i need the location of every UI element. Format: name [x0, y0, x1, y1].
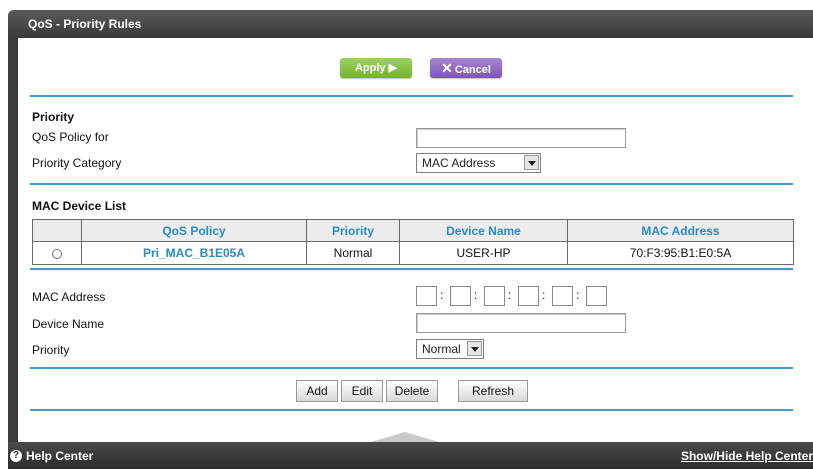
apply-button[interactable]: Apply ▶	[340, 58, 412, 78]
priority-label: Priority	[32, 343, 70, 357]
page-title: QoS - Priority Rules	[28, 17, 142, 31]
col-device-name: Device Name	[399, 219, 568, 242]
add-button[interactable]: Add	[296, 380, 338, 402]
mac-address-cell: 70:F3:95:B1:E0:5A	[567, 241, 794, 265]
device-name-input[interactable]	[416, 313, 626, 333]
priority-category-label: Priority Category	[32, 156, 122, 170]
mac-device-table: QoS Policy Priority Device Name MAC Addr…	[32, 219, 794, 265]
col-select	[32, 219, 82, 242]
edit-button[interactable]: Edit	[341, 380, 383, 402]
priority-select[interactable]: Normal	[416, 339, 484, 359]
cancel-button[interactable]: ✕ Cancel	[430, 58, 502, 78]
qos-policy-for-input[interactable]	[416, 128, 626, 148]
divider	[30, 183, 793, 185]
priority-cell: Normal	[306, 241, 400, 265]
mac-segment-5[interactable]	[552, 286, 573, 306]
device-name-label: Device Name	[32, 317, 105, 331]
mac-separator: :	[474, 288, 478, 302]
priority-value: Normal	[422, 342, 461, 356]
divider	[30, 268, 793, 270]
mac-segment-1[interactable]	[416, 286, 437, 306]
priority-category-value: MAC Address	[422, 156, 496, 170]
mac-address-label: MAC Address	[32, 290, 106, 304]
mac-segment-2[interactable]	[450, 286, 471, 306]
help-bar: ? Help Center Show/Hide Help Center	[8, 432, 813, 469]
refresh-button[interactable]: Refresh	[458, 380, 528, 402]
show-hide-help-center-link[interactable]: Show/Hide Help Center	[681, 449, 813, 463]
mac-separator: :	[440, 288, 444, 302]
close-icon: ✕	[441, 60, 453, 76]
mac-segment-4[interactable]	[518, 286, 539, 306]
qos-policy-for-label: QoS Policy for	[32, 130, 109, 144]
mac-separator: :	[542, 288, 546, 302]
chevron-down-icon[interactable]	[524, 155, 539, 170]
table-header-row: QoS Policy Priority Device Name MAC Addr…	[32, 219, 794, 242]
mac-separator: :	[576, 288, 580, 302]
divider	[30, 409, 793, 411]
chevron-up-icon[interactable]	[371, 432, 439, 442]
cancel-label: Cancel	[454, 64, 491, 76]
row-select-cell[interactable]	[32, 241, 82, 265]
device-name-cell: USER-HP	[399, 241, 568, 265]
table-row[interactable]: Pri_MAC_B1E05A Normal USER-HP 70:F3:95:B…	[32, 241, 794, 265]
mac-segment-6[interactable]	[586, 286, 607, 306]
row-radio[interactable]	[52, 248, 62, 259]
col-qos-policy: QoS Policy	[81, 219, 307, 242]
mac-segment-3[interactable]	[484, 286, 505, 306]
divider	[30, 95, 793, 97]
divider	[30, 367, 793, 369]
mac-separator: :	[508, 288, 512, 302]
chevron-down-icon[interactable]	[467, 341, 482, 356]
col-priority: Priority	[306, 219, 400, 242]
delete-button[interactable]: Delete	[386, 380, 438, 402]
help-icon[interactable]: ?	[10, 450, 22, 462]
priority-heading: Priority	[32, 110, 75, 124]
col-mac-address: MAC Address	[567, 219, 794, 242]
mac-device-list-heading: MAC Device List	[32, 199, 127, 213]
qos-policy-cell[interactable]: Pri_MAC_B1E05A	[81, 241, 307, 265]
help-center-link[interactable]: Help Center	[26, 449, 93, 463]
title-bar: QoS - Priority Rules	[8, 10, 813, 38]
priority-category-select[interactable]: MAC Address	[416, 153, 541, 173]
